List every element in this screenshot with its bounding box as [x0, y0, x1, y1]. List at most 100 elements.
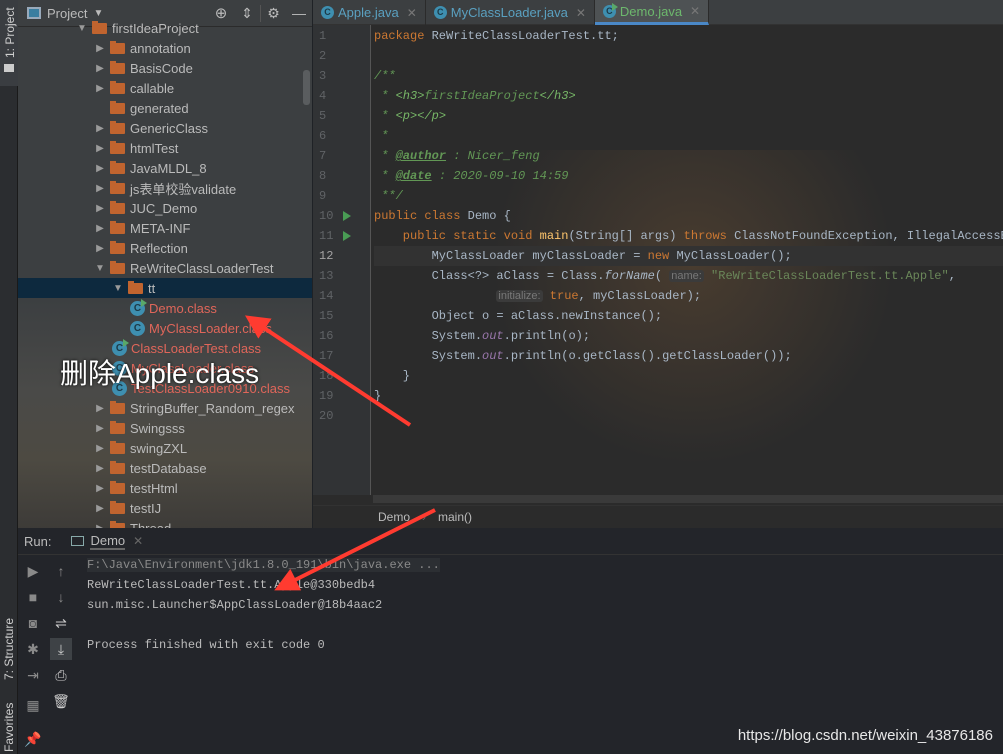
close-icon[interactable]: ✕ — [407, 6, 417, 20]
tab-myclassloader-java[interactable]: C MyClassLoader.java ✕ — [426, 0, 595, 25]
code-line[interactable]: * — [374, 126, 388, 146]
tree-item[interactable]: ▶ StringBuffer_Random_regex — [18, 398, 312, 418]
code-token: out — [482, 329, 504, 343]
close-icon[interactable]: ✕ — [133, 534, 143, 548]
tree-item[interactable]: ▶ Swingsss — [18, 418, 312, 438]
tree-item[interactable]: ▶ Thread — [18, 518, 312, 528]
collapsed-arrow-icon[interactable]: ▶ — [94, 463, 106, 474]
code-line[interactable]: public class Demo { — [374, 206, 511, 226]
tree-item[interactable]: ▶ js表单校验validate — [18, 178, 312, 198]
code-line[interactable]: * <h3>firstIdeaProject</h3> — [374, 86, 575, 106]
code-line[interactable]: } — [374, 366, 410, 386]
camera-icon[interactable]: ◙ — [22, 612, 44, 634]
tab-demo-java[interactable]: C Demo.java ✕ — [594, 0, 710, 25]
breadcrumb-class[interactable]: Demo — [378, 510, 410, 524]
rerun-icon[interactable]: ▶ — [22, 560, 44, 582]
code-line[interactable]: * @author : Nicer_feng — [374, 146, 539, 166]
collapsed-arrow-icon[interactable]: ▶ — [94, 423, 106, 434]
tree-item[interactable]: ▶ annotation — [18, 38, 312, 58]
tree-item[interactable]: ▼ tt — [18, 278, 312, 298]
stop-icon[interactable]: ■ — [22, 586, 44, 608]
tree-item[interactable]: ▶ JUC_Demo — [18, 198, 312, 218]
code-token: System. — [374, 329, 483, 343]
tree-item[interactable]: ▶ testIJ — [18, 498, 312, 518]
exit-icon[interactable]: ⇥ — [22, 664, 44, 686]
trash-icon[interactable]: 🗑 — [50, 690, 72, 712]
collapsed-arrow-icon[interactable]: ▶ — [94, 163, 106, 174]
run-gutter-icon[interactable] — [343, 211, 351, 221]
expanded-arrow-icon[interactable]: ▼ — [76, 23, 88, 34]
code-token: } — [374, 389, 382, 403]
collapsed-arrow-icon[interactable]: ▶ — [94, 443, 106, 454]
collapsed-arrow-icon[interactable]: ▶ — [94, 143, 106, 154]
collapsed-arrow-icon[interactable]: ▶ — [94, 183, 106, 194]
tree-item[interactable]: generated — [18, 98, 312, 118]
collapsed-arrow-icon[interactable]: ▶ — [94, 503, 106, 514]
breadcrumb-method[interactable]: main() — [438, 510, 472, 524]
folder-icon — [4, 64, 14, 72]
layout-icon[interactable]: ▦ — [22, 694, 44, 716]
pin-icon[interactable]: 📌 — [22, 728, 44, 750]
debug-icon[interactable]: ✱ — [22, 638, 44, 660]
collapsed-arrow-icon[interactable]: ▶ — [94, 403, 106, 414]
code-line[interactable]: Class<?> aClass = Class.forName( name: "… — [374, 266, 956, 286]
tree-item[interactable]: C Demo.class — [18, 298, 312, 318]
code-line[interactable]: **/ — [374, 186, 403, 206]
tree-item[interactable]: ▶ testHtml — [18, 478, 312, 498]
code-line[interactable]: public static void main(String[] args) t… — [374, 226, 1003, 246]
tree-item[interactable]: C MyClassLoader.class — [18, 318, 312, 338]
line-number: 2 — [319, 49, 327, 63]
up-arrow-icon[interactable]: ↑ — [50, 560, 72, 582]
tree-item[interactable]: ▶ GenericClass — [18, 118, 312, 138]
run-gutter-icon[interactable] — [343, 231, 351, 241]
horizontal-scrollbar[interactable] — [373, 495, 1003, 503]
tree-scrollbar[interactable] — [303, 70, 310, 105]
tab-apple-java[interactable]: C Apple.java ✕ — [313, 0, 426, 25]
close-icon[interactable]: ✕ — [576, 6, 586, 20]
structure-tool-button[interactable]: 7: Structure — [2, 618, 16, 680]
tree-item[interactable]: ▼ firstIdeaProject — [18, 18, 312, 38]
collapsed-arrow-icon[interactable]: ▶ — [94, 63, 106, 74]
code-line[interactable]: MyClassLoader myClassLoader = new MyClas… — [374, 246, 1003, 266]
code-token: public class — [374, 209, 468, 223]
code-line[interactable]: /** — [374, 66, 396, 86]
collapsed-arrow-icon[interactable]: ▶ — [94, 43, 106, 54]
folder-icon — [110, 120, 125, 134]
code-line[interactable]: System.out.println(o.getClass().getClass… — [374, 346, 792, 366]
collapsed-arrow-icon[interactable]: ▶ — [94, 223, 106, 234]
code-line[interactable]: package ReWriteClassLoaderTest.tt; — [374, 26, 619, 46]
code-line[interactable]: initialize: true, myClassLoader); — [374, 286, 701, 306]
tree-item[interactable]: ▶ htmlTest — [18, 138, 312, 158]
collapsed-arrow-icon[interactable]: ▶ — [94, 83, 106, 94]
code-line[interactable]: * @date : 2020-09-10 14:59 — [374, 166, 568, 186]
collapsed-arrow-icon[interactable]: ▶ — [94, 243, 106, 254]
favorites-tool-button[interactable]: Favorites — [2, 703, 16, 752]
code-line[interactable]: * <p></p> — [374, 106, 446, 126]
tree-item[interactable]: ▶ META-INF — [18, 218, 312, 238]
chevron-down-icon[interactable]: ▼ — [93, 8, 103, 19]
code-editor[interactable]: C Apple.java ✕ C MyClassLoader.java ✕ C Demo.ja… — [313, 0, 1003, 528]
code-line[interactable]: Object o = aClass.newInstance(); — [374, 306, 662, 326]
tree-item[interactable]: ▶ callable — [18, 78, 312, 98]
collapsed-arrow-icon[interactable]: ▶ — [94, 123, 106, 134]
tree-item[interactable]: ▼ ReWriteClassLoaderTest — [18, 258, 312, 278]
scroll-to-end-icon[interactable]: ⤓ — [50, 638, 72, 660]
down-arrow-icon[interactable]: ↓ — [50, 586, 72, 608]
run-tab-demo[interactable]: Demo — [90, 533, 126, 550]
project-tool-button[interactable]: 1: Project — [0, 0, 18, 86]
print-icon[interactable]: ⎙ — [50, 664, 72, 686]
folder-icon — [110, 400, 125, 414]
code-line[interactable]: } — [374, 386, 381, 406]
code-line[interactable]: System.out.println(o); — [374, 326, 590, 346]
tree-item[interactable]: ▶ BasisCode — [18, 58, 312, 78]
tree-item[interactable]: ▶ swingZXL — [18, 438, 312, 458]
collapsed-arrow-icon[interactable]: ▶ — [94, 203, 106, 214]
close-icon[interactable]: ✕ — [690, 4, 700, 18]
tree-item[interactable]: ▶ Reflection — [18, 238, 312, 258]
soft-wrap-icon[interactable]: ⇌ — [50, 612, 72, 634]
collapsed-arrow-icon[interactable]: ▶ — [94, 483, 106, 494]
expanded-arrow-icon[interactable]: ▼ — [112, 283, 124, 294]
expanded-arrow-icon[interactable]: ▼ — [94, 263, 106, 274]
tree-item[interactable]: ▶ JavaMLDL_8 — [18, 158, 312, 178]
tree-item[interactable]: ▶ testDatabase — [18, 458, 312, 478]
